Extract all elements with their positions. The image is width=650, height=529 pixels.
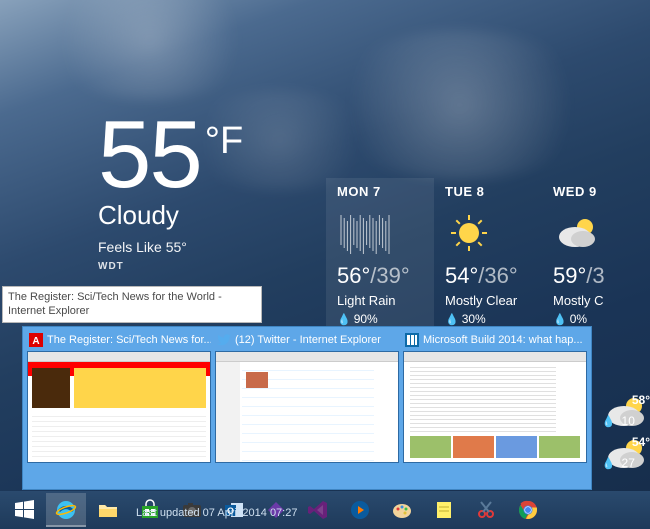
ie-button[interactable] bbox=[46, 493, 86, 527]
notes-icon bbox=[432, 498, 456, 522]
snip-button[interactable] bbox=[466, 493, 506, 527]
weather-icon bbox=[337, 209, 426, 257]
forecast-day[interactable]: WED 9 59°/3 Mostly C 💧0% bbox=[542, 178, 650, 336]
day-condition: Mostly Clear bbox=[445, 293, 534, 308]
preview-thumbnail[interactable]: (12) Twitter - Internet Explorer bbox=[215, 331, 399, 463]
weather-icon bbox=[553, 209, 642, 257]
day-condition: Mostly C bbox=[553, 293, 642, 308]
hourly-row: 58° bbox=[602, 390, 650, 410]
media-button[interactable] bbox=[340, 493, 380, 527]
droplet-icon: 💧 bbox=[337, 313, 351, 326]
day-hilo: 59°/3 bbox=[553, 263, 642, 289]
day-label: TUE 8 bbox=[445, 184, 534, 199]
taskbar-preview-panel: A The Register: Sci/Tech News for... (12)… bbox=[22, 326, 592, 490]
paint-icon bbox=[390, 498, 414, 522]
day-precip: 💧90% bbox=[337, 312, 426, 326]
droplet-icon: 💧 bbox=[445, 313, 459, 326]
favicon-icon: A bbox=[29, 333, 43, 347]
chrome-button[interactable] bbox=[508, 493, 548, 527]
droplet-icon: 💧 bbox=[553, 313, 567, 326]
notes-button[interactable] bbox=[424, 493, 464, 527]
preview-image bbox=[27, 351, 211, 463]
taskbar: Last updated 07 April 2014 07:27O bbox=[0, 491, 650, 529]
temperature-value: 55 bbox=[98, 112, 201, 198]
day-label: MON 7 bbox=[337, 184, 426, 199]
explorer-button[interactable] bbox=[88, 493, 128, 527]
day-label: WED 9 bbox=[553, 184, 642, 199]
preview-image bbox=[215, 351, 399, 463]
media-icon bbox=[348, 498, 372, 522]
forecast-day[interactable]: MON 7 56°/39° Light Rain 💧90% bbox=[326, 178, 434, 336]
forecast-day[interactable]: TUE 8 54°/36° Mostly Clear 💧30% bbox=[434, 178, 542, 336]
taskbar-tooltip: The Register: Sci/Tech News for the Worl… bbox=[2, 286, 262, 323]
preview-title: The Register: Sci/Tech News for... bbox=[47, 334, 211, 346]
start-button[interactable] bbox=[4, 493, 44, 527]
hourly-extras: 58°💧1054°💧27 bbox=[602, 390, 650, 474]
current-weather: 55 °F Cloudy Feels Like 55° WDT bbox=[98, 112, 243, 272]
condition-text: Cloudy bbox=[98, 200, 243, 231]
day-condition: Light Rain bbox=[337, 293, 426, 308]
snip-icon bbox=[474, 498, 498, 522]
chrome-icon bbox=[516, 498, 540, 522]
day-hilo: 54°/36° bbox=[445, 263, 534, 289]
hourly-row: 54° bbox=[602, 432, 650, 452]
svg-text:A: A bbox=[32, 336, 39, 347]
vs-icon bbox=[306, 498, 330, 522]
paint-button[interactable] bbox=[382, 493, 422, 527]
preview-thumbnail[interactable]: A The Register: Sci/Tech News for... bbox=[27, 331, 211, 463]
weather-icon bbox=[445, 209, 534, 257]
windows-icon bbox=[12, 498, 36, 522]
preview-title: (12) Twitter - Internet Explorer bbox=[235, 334, 381, 346]
day-precip: 💧30% bbox=[445, 312, 534, 326]
preview-thumbnail[interactable]: Microsoft Build 2014: what hap... bbox=[403, 331, 587, 463]
day-precip: 💧0% bbox=[553, 312, 642, 326]
day-hilo: 56°/39° bbox=[337, 263, 426, 289]
folder-icon bbox=[96, 498, 120, 522]
droplet-icon: 💧 bbox=[602, 415, 616, 428]
preview-image bbox=[403, 351, 587, 463]
weather-icon bbox=[602, 432, 626, 452]
preview-title: Microsoft Build 2014: what hap... bbox=[423, 334, 583, 346]
favicon-icon bbox=[405, 333, 419, 347]
data-attribution: WDT bbox=[98, 261, 243, 272]
weather-icon bbox=[602, 390, 626, 410]
temperature-unit: °F bbox=[205, 120, 243, 163]
taskbar-info-text: Last updated 07 April 2014 07:27 bbox=[136, 507, 297, 519]
vs-button[interactable] bbox=[298, 493, 338, 527]
ie-icon bbox=[54, 498, 78, 522]
droplet-icon: 💧 bbox=[602, 457, 616, 470]
feels-like: Feels Like 55° bbox=[98, 239, 243, 255]
forecast-row: MON 7 56°/39° Light Rain 💧90% TUE 8 54°/… bbox=[326, 178, 650, 336]
favicon-icon bbox=[217, 333, 231, 347]
